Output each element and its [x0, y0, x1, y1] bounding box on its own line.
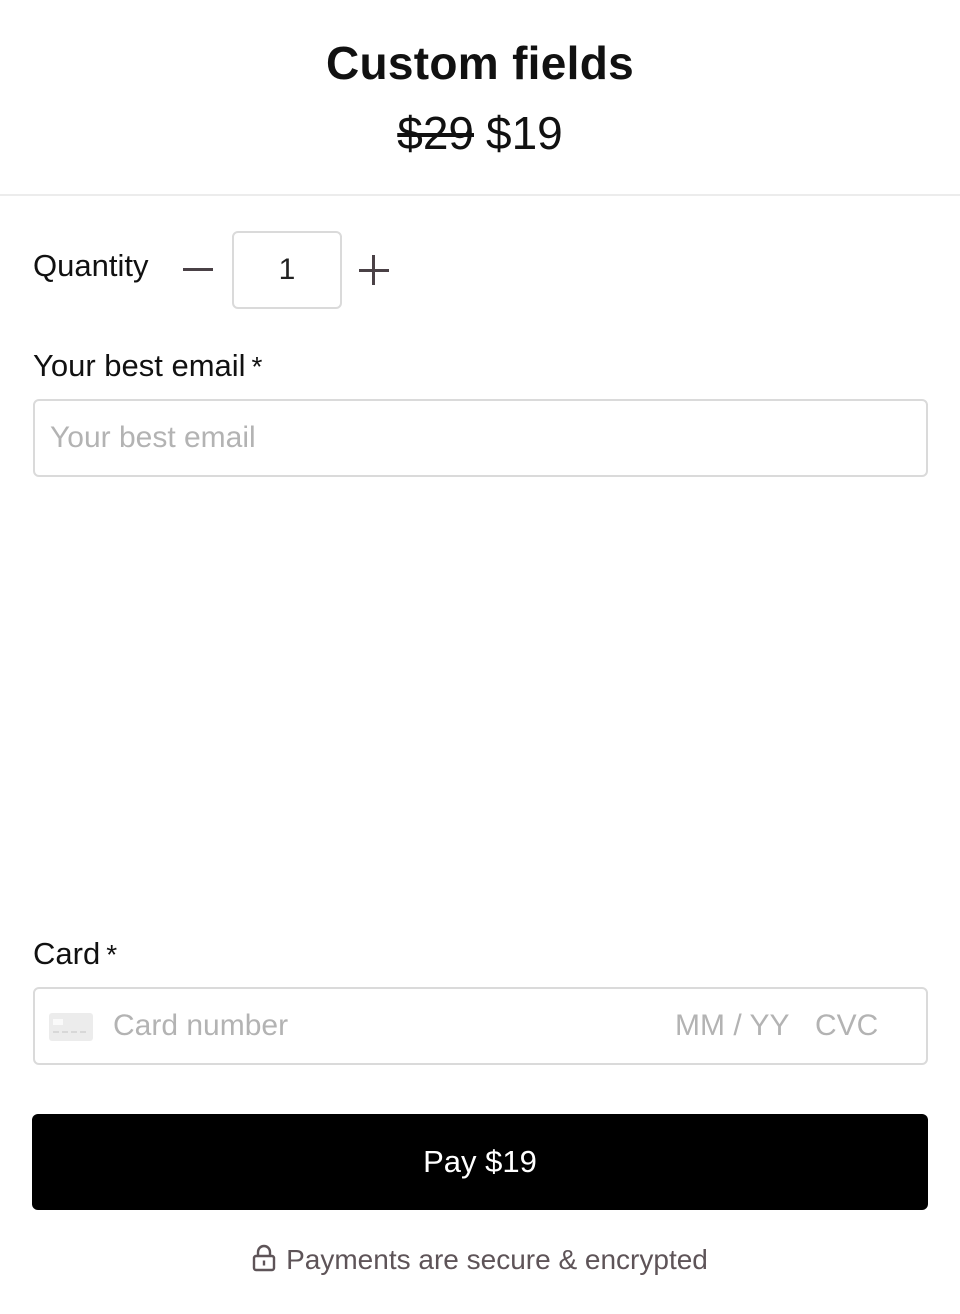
required-mark: * [251, 351, 263, 382]
lock-icon [252, 1244, 276, 1272]
email-label: Your best email * [33, 348, 262, 384]
quantity-input[interactable] [232, 231, 342, 309]
credit-card-icon [49, 1013, 93, 1041]
page-title: Custom fields [325, 37, 635, 89]
quantity-increment-button[interactable] [356, 252, 392, 288]
pay-button[interactable]: Pay $19 [32, 1114, 928, 1210]
email-input[interactable] [33, 399, 928, 477]
card-number-input[interactable] [113, 989, 653, 1063]
card-field[interactable] [33, 987, 928, 1065]
card-cvc-input[interactable] [815, 989, 915, 1063]
card-expiry-input[interactable] [675, 989, 805, 1063]
required-mark: * [106, 939, 118, 970]
current-price: $19 [486, 107, 563, 159]
price-row: $29 $19 [0, 106, 960, 160]
quantity-label: Quantity [33, 248, 149, 283]
email-label-text: Your best email [33, 348, 246, 383]
secure-text: Payments are secure & encrypted [286, 1244, 708, 1275]
card-label-text: Card [33, 936, 101, 971]
secure-payment-note: Payments are secure & encrypted [0, 1244, 960, 1276]
checkout-header: Custom fields $29 $19 [0, 0, 960, 196]
quantity-decrement-button[interactable] [180, 250, 216, 290]
card-label: Card * [33, 936, 117, 972]
original-price: $29 [397, 107, 474, 159]
